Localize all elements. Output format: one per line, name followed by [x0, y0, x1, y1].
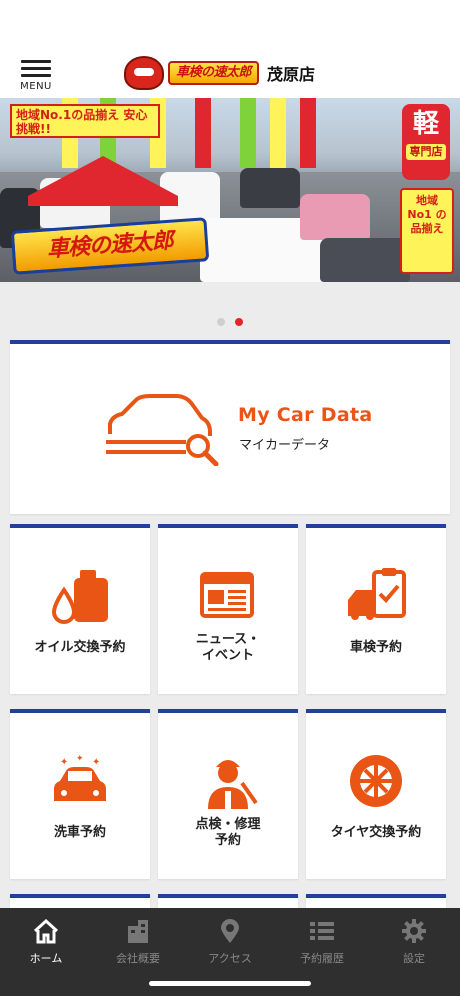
tire-change-label: タイヤ交換予約: [330, 825, 422, 840]
car-search-icon: [106, 394, 219, 466]
hamburger-icon-bar: [21, 74, 51, 77]
tab-home-label: ホーム: [29, 952, 63, 965]
banner-flag: [270, 98, 286, 168]
brand-logo: 車検の速太郎: [168, 61, 260, 85]
banner-flag: [195, 98, 211, 168]
menu-button[interactable]: MENU: [16, 58, 56, 94]
home-indicator: [149, 981, 311, 986]
my-car-data-title: My Car Data: [238, 404, 373, 426]
my-car-data-card[interactable]: My Car Data マイカーデータ: [10, 340, 450, 514]
repair-label: 点検・修理 予約: [195, 817, 261, 848]
hero-banner[interactable]: 地域No.1の品揃え 安心挑戦!! 軽 専門店 地域 No1 の 品揃え 車検の…: [0, 98, 460, 282]
store-name: 茂原店: [267, 65, 316, 84]
news-event-tile[interactable]: ニュース・ イベント: [158, 524, 298, 694]
list-icon: [310, 922, 334, 940]
menu-label: MENU: [20, 81, 52, 92]
oil-change-label: オイル交換予約: [34, 640, 126, 655]
svg-text:✦: ✦: [76, 754, 84, 764]
inspection-tile[interactable]: 車検予約: [306, 524, 446, 694]
carousel-dot-active[interactable]: [235, 318, 243, 326]
tab-company-label: 会社概要: [116, 952, 160, 965]
svg-text:✦: ✦: [92, 757, 100, 768]
tab-settings-label: 設定: [403, 952, 425, 965]
brand: 車検の速太郎 茂原店: [124, 54, 315, 92]
banner-car: [240, 168, 300, 208]
kei-text: 軽: [412, 109, 439, 139]
oil-change-tile[interactable]: オイル交換予約: [10, 524, 150, 694]
gear-icon: [402, 919, 426, 943]
home-icon: [33, 918, 59, 944]
carousel-dots: [0, 318, 460, 328]
tab-access-label: アクセス: [208, 952, 252, 965]
news-event-label: ニュース・ イベント: [195, 632, 261, 663]
banner-flag: [300, 98, 316, 168]
tab-settings[interactable]: 設定: [368, 908, 460, 996]
svg-text:✦: ✦: [60, 757, 68, 768]
map-pin-icon: [221, 919, 239, 943]
my-car-data-subtitle: マイカーデータ: [239, 438, 331, 453]
car-wash-label: 洗車予約: [53, 825, 106, 840]
app-header: MENU 車検の速太郎 茂原店: [0, 48, 460, 98]
car-wash-tile[interactable]: ✦ ✦ ✦ 洗車予約: [10, 709, 150, 879]
banner-car: [320, 238, 410, 282]
building-icon: [128, 920, 148, 943]
carousel-dot[interactable]: [217, 318, 225, 326]
kei-sign: 軽 専門店: [402, 104, 450, 180]
tire-icon: [350, 755, 402, 807]
newspaper-icon: [200, 572, 254, 618]
oil-can-icon: [51, 570, 108, 624]
banner-flag: [240, 98, 256, 168]
tire-change-tile[interactable]: タイヤ交換予約: [306, 709, 446, 879]
banner-side-sign: 地域 No1 の 品揃え: [400, 188, 454, 274]
status-bar: [0, 0, 460, 48]
banner-car: [300, 194, 370, 240]
hamburger-icon: [21, 60, 51, 63]
kei-sub: 専門店: [406, 144, 446, 160]
hamburger-icon-bar: [21, 67, 51, 70]
tab-home[interactable]: ホーム: [0, 908, 92, 996]
mechanic-icon: [208, 760, 258, 809]
car-wash-icon: ✦ ✦ ✦: [54, 754, 106, 801]
tab-reservations-label: 予約履歴: [300, 952, 344, 965]
car-checklist-icon: [348, 568, 406, 620]
repair-tile[interactable]: 点検・修理 予約: [158, 709, 298, 879]
mascot-logo-icon: [124, 56, 164, 90]
inspection-label: 車検予約: [349, 640, 402, 655]
banner-sign: 地域No.1の品揃え 安心挑戦!!: [10, 104, 160, 138]
